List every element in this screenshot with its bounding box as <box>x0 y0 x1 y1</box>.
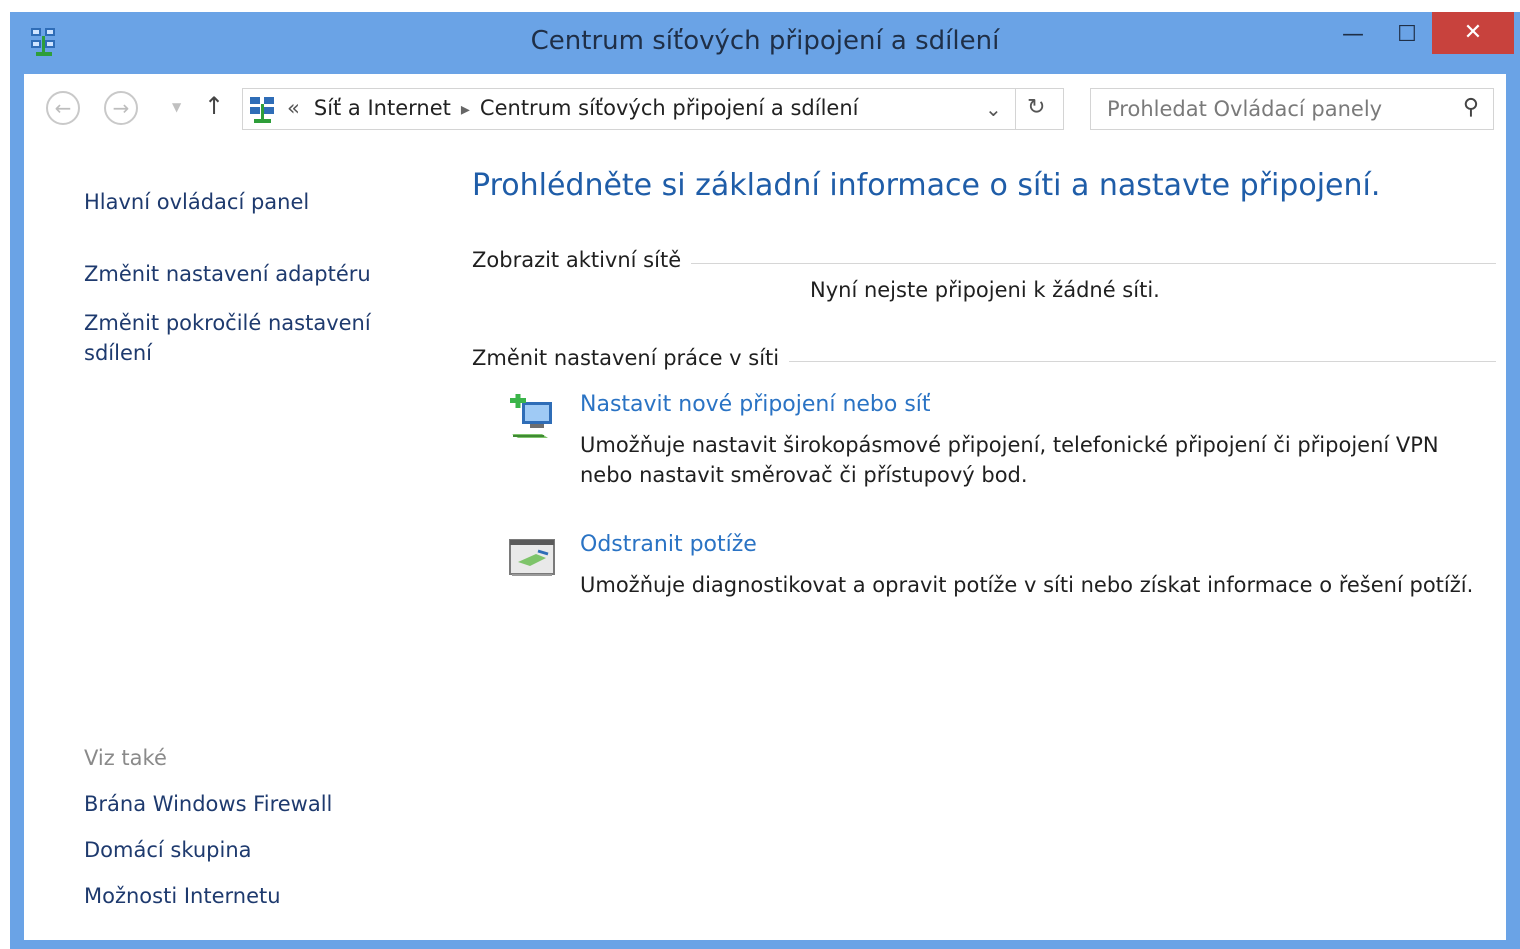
search-box[interactable]: Prohledat Ovládací panely ⚲ <box>1090 88 1494 130</box>
search-icon[interactable]: ⚲ <box>1463 95 1479 120</box>
address-bar[interactable]: « Síť a Internet ▸ Centrum síťových připoje… <box>242 88 1064 130</box>
window-title: Centrum síťových připojení a sdílení <box>530 26 1000 56</box>
up-button[interactable]: ↑ <box>204 92 224 120</box>
active-networks-section: Zobrazit aktivní sítě <box>472 248 1496 278</box>
search-input[interactable]: Prohledat Ovládací panely <box>1107 97 1382 121</box>
no-connection-status: Nyní nejste připojeni k žádné síti. <box>810 278 1160 302</box>
title-bar[interactable]: Centrum síťových připojení a sdílení — ☐… <box>10 12 1520 74</box>
minimize-button[interactable]: — <box>1326 16 1380 54</box>
see-also-firewall-link[interactable]: Brána Windows Firewall <box>84 792 332 816</box>
network-location-icon <box>250 97 274 123</box>
sidebar-item-advanced-sharing[interactable]: Změnit pokročilé nastavení sdílení <box>84 308 404 368</box>
breadcrumb-separator-icon[interactable]: ▸ <box>461 99 470 120</box>
see-also-internet-options-link[interactable]: Možnosti Internetu <box>84 884 281 908</box>
sidebar-item-adapter-settings[interactable]: Změnit nastavení adaptéru <box>84 262 371 286</box>
window-content: ← → ▼ ↑ « Síť a Internet ▸ Centrum síťových… <box>24 74 1506 940</box>
page-title: Prohlédněte si základní informace o síti… <box>472 168 1381 203</box>
recent-locations-chevron-icon[interactable]: ▼ <box>172 100 181 114</box>
refresh-button[interactable]: ↻ <box>1027 95 1045 120</box>
navigation-bar: ← → ▼ ↑ « Síť a Internet ▸ Centrum síťových… <box>24 74 1506 146</box>
address-divider <box>1015 89 1016 129</box>
breadcrumb: « Síť a Internet ▸ Centrum síťových připoje… <box>287 96 858 120</box>
new-connection-icon[interactable] <box>508 394 558 442</box>
address-history-chevron-down-icon[interactable]: ⌄ <box>985 97 1002 121</box>
breadcrumb-overflow-icon[interactable]: « <box>287 96 300 120</box>
close-button[interactable]: ✕ <box>1432 12 1514 54</box>
troubleshoot-description: Umožňuje diagnostikovat a opravit potíže… <box>580 573 1474 597</box>
new-connection-description: Umožňuje nastavit širokopásmové připojen… <box>580 433 1439 487</box>
window-frame: Centrum síťových připojení a sdílení — ☐… <box>10 12 1520 949</box>
change-settings-section: Změnit nastavení práce v síti <box>472 346 1496 376</box>
see-also-heading: Viz také <box>84 746 167 770</box>
troubleshoot-link[interactable]: Odstranit potíže <box>580 532 757 557</box>
breadcrumb-current[interactable]: Centrum síťových připojení a sdílení <box>480 96 859 120</box>
forward-button[interactable]: → <box>104 91 138 125</box>
see-also-homegroup-link[interactable]: Domácí skupina <box>84 838 252 862</box>
new-connection-link[interactable]: Nastavit nové připojení nebo síť <box>580 392 931 417</box>
troubleshoot-icon[interactable] <box>508 534 558 582</box>
active-networks-label: Zobrazit aktivní sítě <box>472 248 692 272</box>
sidebar-item-control-panel-home[interactable]: Hlavní ovládací panel <box>84 190 309 214</box>
breadcrumb-network-internet[interactable]: Síť a Internet <box>314 96 451 120</box>
change-settings-label: Změnit nastavení práce v síti <box>472 346 790 370</box>
maximize-button[interactable]: ☐ <box>1380 16 1434 54</box>
back-button[interactable]: ← <box>46 91 80 125</box>
